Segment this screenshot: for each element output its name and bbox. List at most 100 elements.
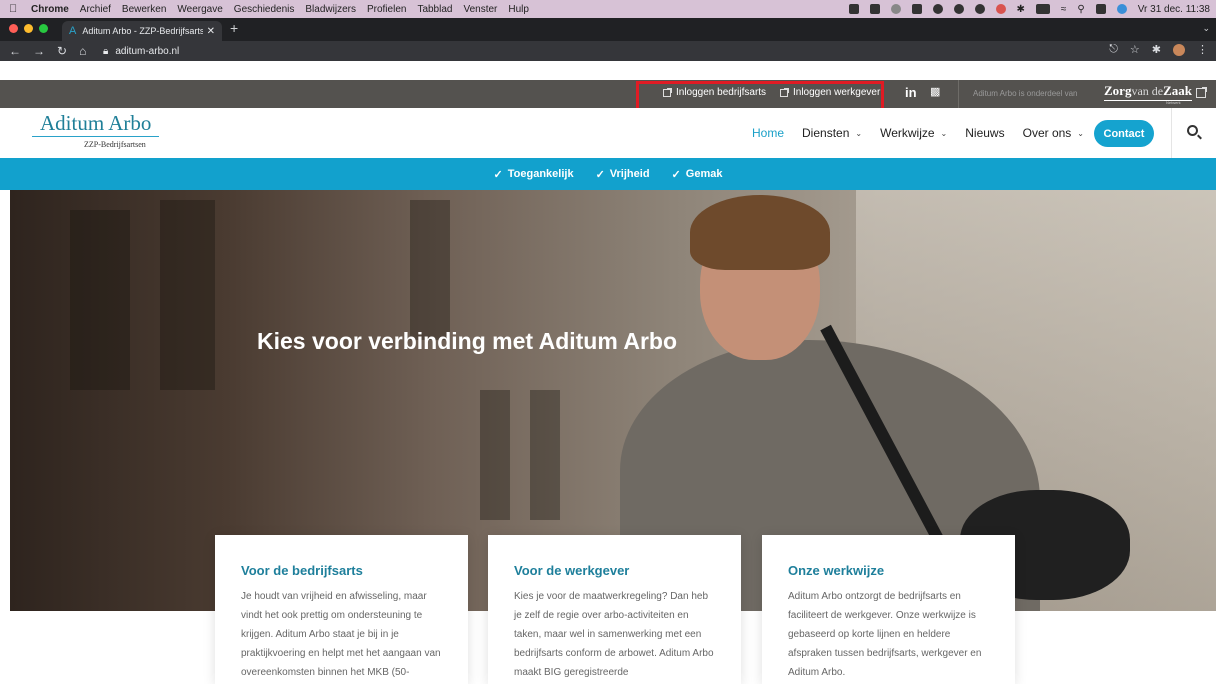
hero-window-shape: [480, 390, 510, 520]
card-title[interactable]: Onze werkwijze: [788, 563, 989, 578]
app-menu: Chrome Archief Bewerken Weergave Geschie…: [31, 4, 529, 15]
card-werkwijze[interactable]: Onze werkwijze Aditum Arbo ontzorgt de b…: [762, 535, 1015, 684]
menu-tabblad[interactable]: Tabblad: [417, 4, 452, 15]
lock-icon[interactable]: 🔒︎: [103, 46, 108, 57]
minimize-window-button[interactable]: [24, 24, 33, 33]
partner-word-3: Zaak: [1163, 83, 1193, 98]
nav-werkwijze[interactable]: Werkwijze ⌄: [880, 126, 947, 140]
tray-app-icon[interactable]: [911, 4, 922, 14]
hero-person-hair: [690, 195, 830, 270]
nav-nieuws-label: Nieuws: [965, 126, 1005, 140]
menu-venster[interactable]: Venster: [463, 4, 497, 15]
usp-label: Gemak: [685, 168, 723, 180]
bluetooth-icon[interactable]: ✱: [1017, 4, 1025, 15]
menu-chrome[interactable]: Chrome: [31, 4, 69, 15]
part-of-text: Aditum Arbo is onderdeel van: [973, 89, 1078, 98]
menu-profielen[interactable]: Profielen: [367, 4, 406, 15]
main-nav: Home Diensten ⌄ Werkwijze ⌄ Nieuws Over on…: [752, 126, 1102, 140]
partner-word-1: Zorg: [1104, 83, 1132, 98]
login-employer-link[interactable]: Inloggen werkgever: [780, 87, 880, 98]
login-doctor-link[interactable]: Inloggen bedrijfsarts: [663, 87, 766, 98]
new-tab-button[interactable]: +: [230, 20, 238, 36]
battery-icon[interactable]: [1035, 4, 1050, 14]
macos-menu-bar:  Chrome Archief Bewerken Weergave Gesch…: [0, 0, 1216, 18]
external-link-icon: [663, 87, 672, 97]
search-icon[interactable]: [1187, 125, 1198, 136]
site-favicon-icon: A: [69, 25, 77, 37]
back-icon[interactable]: ←: [9, 44, 21, 58]
partner-word-2: van de: [1131, 84, 1164, 98]
tray-app-icon[interactable]: [848, 4, 859, 14]
menu-hulp[interactable]: Hulp: [508, 4, 529, 15]
nav-home[interactable]: Home: [752, 126, 784, 140]
usp-label: Vrijheid: [609, 168, 650, 180]
check-icon: ✓: [671, 168, 681, 181]
tray-app-icon[interactable]: [974, 4, 985, 14]
tray-app-icon[interactable]: [953, 4, 964, 14]
tray-app-icon[interactable]: [869, 4, 880, 14]
card-body: Aditum Arbo ontzorgt de bedrijfsarts en …: [788, 591, 982, 678]
menu-clock[interactable]: Vr 31 dec. 11:38: [1138, 4, 1210, 15]
logo-title[interactable]: Aditum Arbo: [40, 111, 151, 136]
check-icon: ✓: [595, 168, 605, 181]
tray-moon-icon[interactable]: [890, 4, 901, 14]
zoom-window-button[interactable]: [39, 24, 48, 33]
menu-archief[interactable]: Archief: [80, 4, 111, 15]
hero-window-shape: [530, 390, 560, 520]
status-tray: ✱ ≈ ⚲ Vr 31 dec. 11:38: [848, 0, 1210, 18]
menu-bladwijzers[interactable]: Bladwijzers: [305, 4, 356, 15]
zorg-van-de-zaak-logo[interactable]: Zorgvan deZaak: [1104, 82, 1193, 101]
header-divider: [1171, 108, 1172, 158]
control-center-icon[interactable]: [1095, 4, 1106, 14]
nav-over-ons[interactable]: Over ons ⌄: [1023, 126, 1084, 140]
hero-window-shape: [160, 200, 215, 390]
wifi-icon[interactable]: ≈: [1061, 4, 1067, 15]
forward-icon[interactable]: →: [33, 44, 45, 58]
hero-window-shape: [410, 200, 450, 340]
address-bar[interactable]: 🔒︎ aditum-arbo.nl: [103, 43, 1103, 59]
nav-werkwijze-label: Werkwijze: [880, 126, 935, 140]
window-controls: [9, 24, 48, 33]
tray-app-icon[interactable]: [995, 4, 1006, 14]
close-window-button[interactable]: [9, 24, 18, 33]
nav-diensten[interactable]: Diensten ⌄: [802, 126, 862, 140]
card-title[interactable]: Voor de bedrijfsarts: [241, 563, 442, 578]
tray-app-icon[interactable]: [932, 4, 943, 14]
apple-icon[interactable]: : [9, 3, 23, 15]
nav-nieuws[interactable]: Nieuws: [965, 126, 1004, 140]
menu-geschiedenis[interactable]: Geschiedenis: [234, 4, 295, 15]
profile-avatar[interactable]: [1173, 43, 1185, 56]
chrome-menu-icon[interactable]: ⋮: [1197, 43, 1208, 56]
linkedin-icon[interactable]: in: [905, 85, 917, 100]
nav-over-ons-label: Over ons: [1022, 126, 1072, 140]
browser-tab[interactable]: A Aditum Arbo - ZZP-Bedrijfsarts ✕: [62, 21, 222, 41]
share-icon[interactable]: ⎋: [1109, 43, 1118, 56]
close-tab-icon[interactable]: ✕: [207, 26, 215, 37]
extensions-icon[interactable]: ✱: [1152, 43, 1161, 56]
spotlight-icon[interactable]: ⚲: [1077, 4, 1084, 15]
menu-weergave[interactable]: Weergave: [177, 4, 222, 15]
card-werkgever[interactable]: Voor de werkgever Kies je voor de maatwe…: [488, 535, 741, 684]
bookmark-star-icon[interactable]: ☆: [1130, 43, 1140, 56]
reload-icon[interactable]: ↻: [57, 44, 67, 58]
youtube-icon[interactable]: ▩: [930, 85, 940, 98]
nav-home-label: Home: [752, 126, 785, 140]
external-link-icon[interactable]: [1196, 87, 1207, 98]
home-icon[interactable]: ⌂: [79, 44, 86, 58]
tab-search-icon[interactable]: ⌄: [1202, 23, 1210, 34]
login-employer-label: Inloggen werkgever: [793, 87, 881, 98]
hero-window-shape: [70, 210, 130, 390]
card-title[interactable]: Voor de werkgever: [514, 563, 715, 578]
chevron-down-icon: ⌄: [1077, 128, 1084, 138]
external-link-icon: [780, 87, 789, 97]
contact-button[interactable]: Contact: [1094, 120, 1154, 147]
topbar-divider: [958, 80, 959, 108]
card-bedrijfsarts[interactable]: Voor de bedrijfsarts Je houdt van vrijhe…: [215, 535, 468, 684]
siri-icon[interactable]: [1116, 4, 1127, 14]
login-doctor-label: Inloggen bedrijfsarts: [676, 87, 767, 98]
nav-buttons: ← → ↻ ⌂: [9, 44, 86, 58]
menu-bewerken[interactable]: Bewerken: [122, 4, 166, 15]
site-top-bar: Inloggen bedrijfsarts Inloggen werkgever…: [0, 80, 1216, 113]
chevron-down-icon: ⌄: [855, 128, 863, 138]
card-body: Je houdt van vrijheid en afwisseling, ma…: [241, 591, 441, 678]
